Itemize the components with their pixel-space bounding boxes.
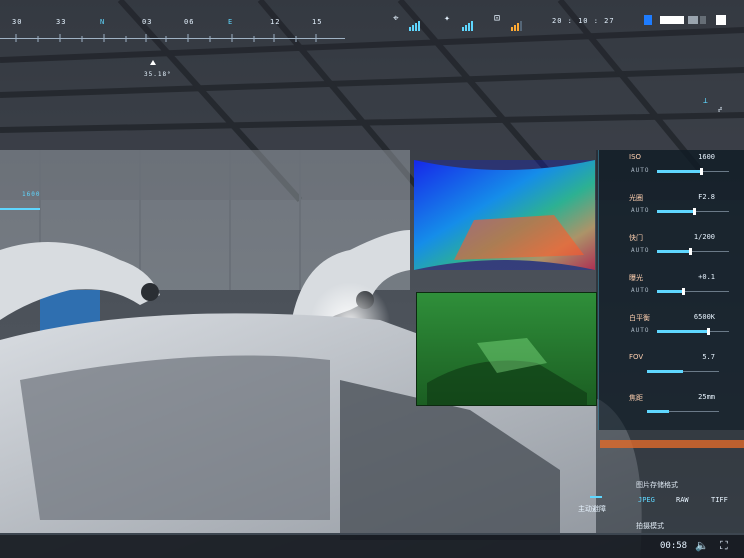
obstacle-avoid-indicator [590,496,602,498]
aperture-label: 光圈 [629,194,643,202]
focal-slider-row[interactable] [627,407,737,416]
signal-bars-1-icon [409,16,421,35]
aperture-mode: AUTO [631,207,650,214]
exposure-knob[interactable] [682,288,685,295]
fov-slider-row[interactable] [627,367,737,376]
exposure-auto-row[interactable]: AUTO [627,287,737,296]
iso-fill [657,170,700,173]
compass-heading-33: 33 [56,18,67,26]
compass-strip: 30 33 N 03 06 E 12 15 [0,14,345,54]
white-balance-knob[interactable] [707,328,710,335]
compass-heading-12: 12 [270,18,281,26]
play-time: 00:58 [660,541,688,551]
aperture-auto-row[interactable]: AUTO [627,207,737,216]
obstacle-avoid-label[interactable]: 主动避障 [578,504,606,514]
iso-value: 1600 [698,153,715,161]
shutter-knob[interactable] [689,248,692,255]
compass-heading-30: 30 [12,18,23,26]
compass-ticks [15,34,317,42]
fov-fill [647,370,683,373]
shutter-value: 1/200 [693,233,715,241]
left-readout-bar [0,208,40,210]
storage-title: 图片存储格式 [636,481,678,489]
compass-heading-15: 15 [312,18,323,26]
drone-remote-icon: ⊡ [494,13,502,24]
night-vision-view [416,292,597,406]
compass-heading-06: 06 [184,18,195,26]
compass-pointer-icon [150,60,156,65]
aperture-knob[interactable] [693,208,696,215]
progress-track[interactable] [0,533,744,535]
aperture-value: F2.8 [698,193,715,201]
exposure-label: 曝光 [629,274,643,282]
shutter-mode: AUTO [631,247,650,254]
drone-small-icon: ⟂ [703,96,709,105]
format-raw[interactable]: RAW [676,496,689,504]
satellite-icon: ✦ [444,13,452,24]
camera-settings-panel: ISO 1600 AUTO 光圈 F2.8 AUTO 快门 1/200 AUTO… [598,150,744,430]
compass-heading-value: 35.18° [144,71,172,78]
white-balance-value: 6500K [693,313,715,321]
mode-indicator [644,15,652,25]
format-tiff[interactable]: TIFF [711,496,728,504]
status-block-2 [688,16,698,24]
focal-fill [647,410,669,413]
clock: 20 : 10 : 27 [552,17,615,25]
white-balance-auto-row[interactable]: AUTO [627,327,737,336]
thermal-view [414,160,595,270]
exposure-fill [657,290,682,293]
iso-label: ISO [629,153,642,161]
satellite-dish-icon: ⌖ [393,13,400,24]
white-balance-mode: AUTO [631,327,650,334]
shutter-fill [657,250,689,253]
compass-heading-03: 03 [142,18,153,26]
fov-label: FOV [629,353,644,361]
aperture-fill [657,210,693,213]
iso-knob[interactable] [700,168,703,175]
fullscreen-icon[interactable]: ⛶ [720,539,729,553]
exposure-value: +0.1 [698,273,715,281]
iso-mode: AUTO [631,167,650,174]
shutter-auto-row[interactable]: AUTO [627,247,737,256]
format-jpeg[interactable]: JPEG [638,496,655,504]
window-controls [644,15,734,25]
compass-heading-n: N [100,18,106,26]
focal-value: 25mm [698,393,715,401]
signal-bars-3-icon [511,16,523,35]
status-block-3 [700,16,706,24]
compass-heading-e: E [228,18,234,26]
white-balance-fill [657,330,707,333]
person-small-icon: ☍ [718,106,724,114]
night-vision-image [427,338,587,405]
iso-auto-row[interactable]: AUTO [627,167,737,176]
fov-value: 5.7 [702,353,715,361]
signal-bars-2-icon [462,16,474,35]
capture-mode-title: 拍摄模式 [636,522,664,530]
volume-icon[interactable]: 🔈 [695,539,710,552]
left-readout-value: 1600 [22,191,41,198]
thermal-image [414,160,595,270]
white-balance-label: 白平衡 [629,314,650,322]
player-bar: 00:58 🔈 ⛶ [0,533,744,558]
status-block-4 [716,15,726,25]
status-block-1 [660,16,684,24]
shutter-label: 快门 [629,234,643,242]
exposure-mode: AUTO [631,287,650,294]
focal-label: 焦距 [629,394,643,402]
